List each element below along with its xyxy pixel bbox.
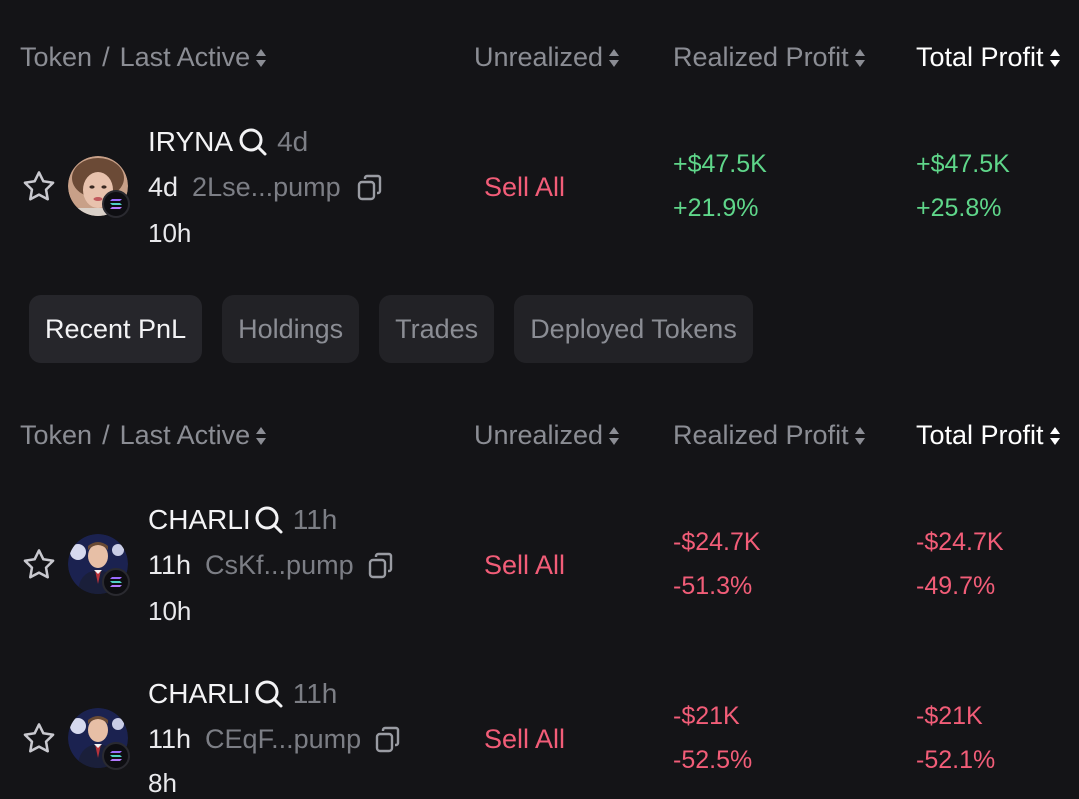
token-name-line: IRYNA 4d: [148, 126, 308, 158]
search-icon[interactable]: [253, 504, 285, 536]
token-meta-line: 11h CEqF...pump: [148, 724, 403, 755]
sort-icon: [609, 426, 620, 446]
token-age: 11h: [148, 550, 192, 580]
header-unrealized[interactable]: Unrealized: [474, 420, 620, 451]
header-token-last-active[interactable]: Token / Last Active: [20, 420, 267, 451]
sort-icon: [256, 426, 267, 446]
header-realized-label: Realized Profit: [673, 420, 849, 450]
star-icon[interactable]: [20, 720, 58, 758]
table-row[interactable]: CHARLI 11h 11h CEqF...pump 8h Sell All -…: [0, 672, 1079, 798]
token-name: CHARLI: [148, 504, 251, 535]
total-profit-value: +$47.5K: [916, 150, 1010, 178]
header-realized-profit[interactable]: Realized Profit: [673, 420, 866, 451]
token-name: CHARLI: [148, 678, 251, 709]
copy-icon[interactable]: [355, 173, 385, 203]
token-row-iryna[interactable]: IRYNA 4d 4d 2Lse...pump 10h Sell All +$4…: [0, 120, 1079, 260]
token-address: CEqF...pump: [205, 724, 362, 754]
header-total-profit[interactable]: Total Profit: [916, 420, 1061, 451]
sell-all-button[interactable]: Sell All: [484, 172, 565, 203]
header-unrealized[interactable]: Unrealized: [474, 42, 620, 73]
header-token-label: Token: [20, 420, 93, 450]
token-age: 4d: [148, 172, 179, 202]
total-profit-value: -$21K: [916, 702, 983, 730]
search-icon[interactable]: [253, 678, 285, 710]
copy-icon[interactable]: [366, 551, 396, 581]
realized-profit-percent: -52.5%: [673, 746, 753, 774]
sort-desc-icon: [1049, 48, 1061, 68]
token-avatar: [68, 534, 130, 596]
header-total-label: Total Profit: [916, 420, 1044, 450]
token-created-ago: 4d: [277, 126, 309, 157]
wallet-tabs: Recent PnL Holdings Trades Deployed Toke…: [29, 295, 753, 363]
solana-chain-icon: [102, 742, 130, 770]
token-address: CsKf...pump: [205, 550, 354, 580]
token-meta-line: 4d 2Lse...pump: [148, 172, 385, 203]
sort-icon: [1049, 426, 1061, 446]
header-total-label: Total Profit: [916, 42, 1044, 72]
token-created-ago: 11h: [292, 678, 338, 709]
tab-deployed-tokens[interactable]: Deployed Tokens: [514, 295, 753, 363]
last-active-time: 10h: [148, 218, 192, 248]
sort-icon: [854, 426, 866, 446]
star-icon[interactable]: [20, 168, 58, 206]
token-name-line: CHARLI 11h: [148, 678, 337, 710]
last-active-time: 10h: [148, 596, 192, 626]
header-realized-profit[interactable]: Realized Profit: [673, 42, 866, 73]
header-last-active-label: Last Active: [119, 42, 251, 72]
sort-icon: [256, 48, 267, 68]
solana-chain-icon: [102, 568, 130, 596]
header-token-last-active[interactable]: Token / Last Active: [20, 42, 267, 73]
realized-profit-value: -$21K: [673, 702, 740, 730]
realized-profit-value: +$47.5K: [673, 150, 767, 178]
star-icon[interactable]: [20, 546, 58, 584]
header-unrealized-label: Unrealized: [474, 420, 604, 450]
copy-icon[interactable]: [373, 725, 403, 755]
total-profit-value: -$24.7K: [916, 528, 1004, 556]
sort-icon: [854, 48, 866, 68]
header-total-profit[interactable]: Total Profit: [916, 42, 1061, 73]
sell-all-button[interactable]: Sell All: [484, 550, 565, 581]
last-active-time: 8h: [148, 768, 177, 798]
token-name: IRYNA: [148, 126, 234, 157]
header-last-active-label: Last Active: [119, 420, 251, 450]
realized-profit-percent: +21.9%: [673, 194, 759, 222]
tab-trades[interactable]: Trades: [379, 295, 495, 363]
total-profit-percent: -49.7%: [916, 572, 996, 600]
tab-recent-pnl[interactable]: Recent PnL: [29, 295, 203, 363]
search-icon[interactable]: [237, 126, 269, 158]
header-slash: /: [102, 42, 110, 72]
token-created-ago: 11h: [292, 504, 338, 535]
tab-holdings[interactable]: Holdings: [222, 295, 360, 363]
token-avatar: [68, 708, 130, 770]
sort-icon: [609, 48, 620, 68]
realized-profit-value: -$24.7K: [673, 528, 761, 556]
total-profit-percent: -52.1%: [916, 746, 996, 774]
realized-profit-percent: -51.3%: [673, 572, 753, 600]
token-meta-line: 11h CsKf...pump: [148, 550, 396, 581]
sell-all-button[interactable]: Sell All: [484, 724, 565, 755]
header-slash: /: [102, 420, 110, 450]
solana-chain-icon: [102, 190, 130, 218]
token-address: 2Lse...pump: [192, 172, 341, 202]
token-name-line: CHARLI 11h: [148, 504, 337, 536]
table-row[interactable]: CHARLI 11h 11h CsKf...pump 10h Sell All …: [0, 498, 1079, 638]
token-age: 11h: [148, 724, 192, 754]
header-token-label: Token: [20, 42, 93, 72]
token-avatar: [68, 156, 130, 218]
header-unrealized-label: Unrealized: [474, 42, 604, 72]
header-realized-label: Realized Profit: [673, 42, 849, 72]
total-profit-percent: +25.8%: [916, 194, 1002, 222]
